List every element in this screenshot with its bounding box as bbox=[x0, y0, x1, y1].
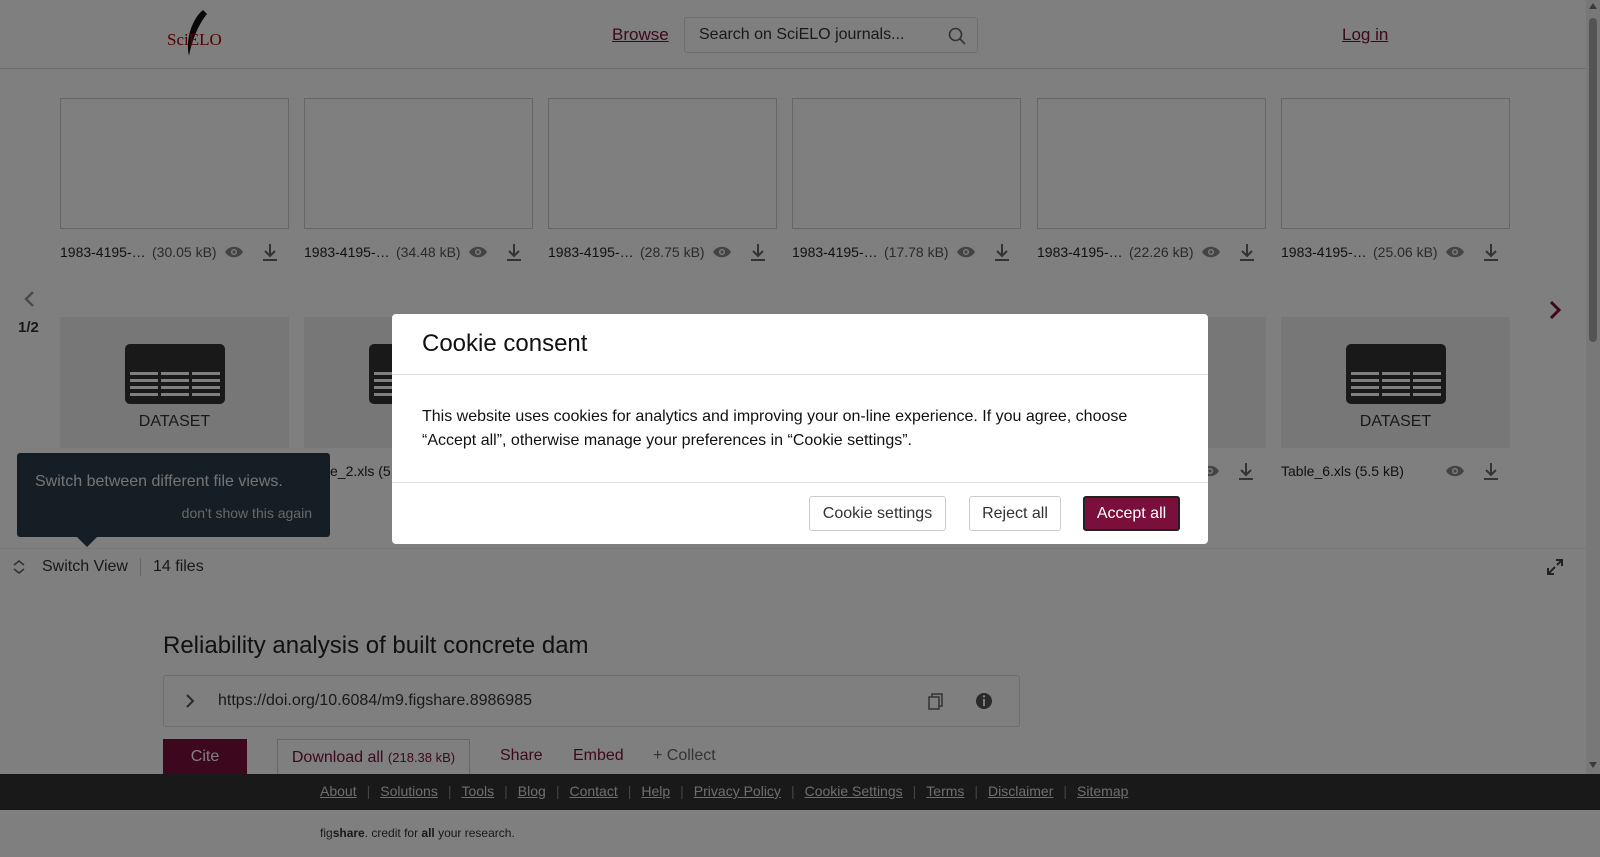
cookie-dialog-body: This website uses cookies for analytics … bbox=[422, 408, 1128, 449]
cookie-consent-dialog: Cookie consent This website uses cookies… bbox=[392, 314, 1208, 544]
cookie-dialog-title: Cookie consent bbox=[422, 330, 588, 357]
reject-all-button[interactable]: Reject all bbox=[969, 496, 1061, 531]
accept-all-button[interactable]: Accept all bbox=[1083, 496, 1180, 531]
dialog-divider bbox=[392, 482, 1208, 483]
dialog-divider bbox=[392, 374, 1208, 375]
cookie-settings-button[interactable]: Cookie settings bbox=[809, 496, 946, 531]
